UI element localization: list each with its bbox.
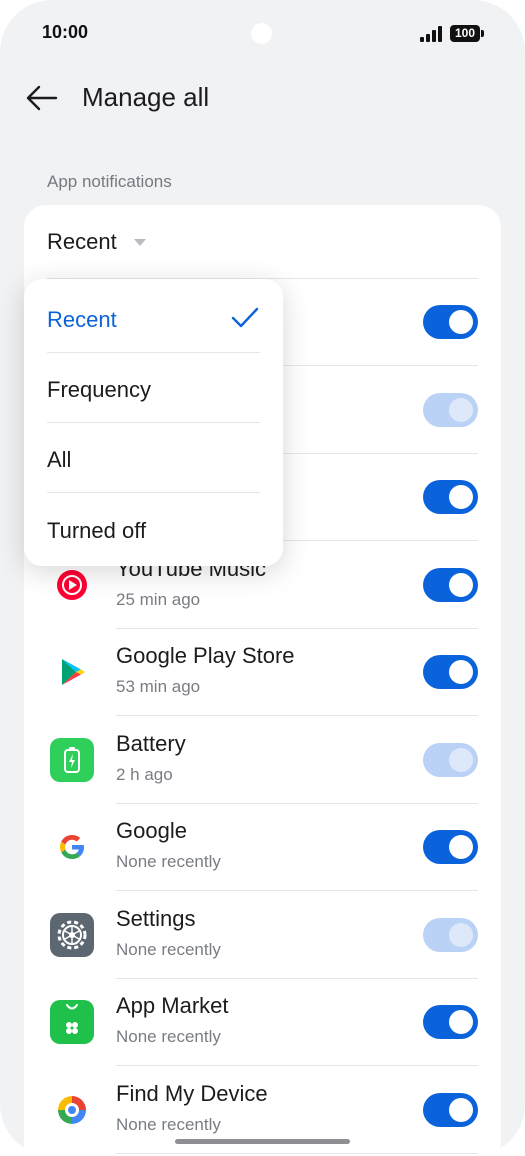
page-title: Manage all [82,82,210,112]
find-my-device-icon [50,1088,94,1132]
list-item[interactable]: Google None recently [24,804,501,891]
phone-screen: 10:00 100 Manage all App notifications R… [0,0,525,1156]
front-camera [251,23,272,44]
list-item[interactable]: Settings None recently [24,892,501,979]
checkmark-icon [230,306,260,330]
notification-toggle[interactable] [423,305,478,339]
app-subtitle: None recently [116,1027,221,1046]
app-subtitle: 2 h ago [116,765,173,784]
youtube-music-icon [50,563,94,607]
menu-item-frequency[interactable]: Frequency [24,353,283,423]
list-item[interactable]: Battery 2 h ago [24,717,501,804]
notification-toggle[interactable] [423,830,478,864]
app-name: Find My Device [116,1081,268,1106]
settings-gear-icon [50,913,94,957]
app-subtitle: None recently [116,852,221,871]
status-bar: 10:00 100 [0,0,525,66]
app-name: Google Play Store [116,643,295,668]
section-label: App notifications [47,172,172,191]
app-subtitle: 25 min ago [116,590,201,609]
notification-toggle-disabled [423,743,478,777]
status-time: 10:00 [42,22,89,42]
sort-dropdown-button[interactable]: Recent [47,229,117,255]
notification-toggle[interactable] [423,1005,478,1039]
notification-toggle-disabled [423,393,478,427]
back-arrow-icon[interactable] [24,80,60,116]
menu-item-all[interactable]: All [24,423,283,493]
google-icon [50,825,94,869]
battery-app-icon [50,738,94,782]
notification-toggle[interactable] [423,480,478,514]
signal-icon [420,26,444,42]
notification-toggle-disabled [423,918,478,952]
play-store-icon [50,650,94,694]
list-item[interactable]: App Market None recently [24,979,501,1066]
app-subtitle: None recently [116,1115,221,1134]
top-app-bar: Manage all [0,66,525,130]
app-subtitle: None recently [116,940,221,959]
app-name: Battery [116,731,186,756]
menu-item-recent[interactable]: Recent [24,283,283,353]
battery-icon: 100 [450,25,484,42]
caret-down-icon[interactable] [134,239,146,246]
notification-toggle[interactable] [423,655,478,689]
app-name: Google [116,818,187,843]
app-name: App Market [116,993,229,1018]
notification-toggle[interactable] [423,568,478,602]
app-name: Settings [116,906,196,931]
list-item[interactable]: Google Play Store 53 min ago [24,629,501,716]
home-indicator[interactable] [175,1139,350,1144]
app-subtitle: 53 min ago [116,677,201,696]
notification-toggle[interactable] [423,1093,478,1127]
sort-dropdown-menu: Recent Frequency All Turned off [24,279,283,566]
menu-item-turned-off[interactable]: Turned off [24,494,283,564]
app-market-icon [50,1000,94,1044]
